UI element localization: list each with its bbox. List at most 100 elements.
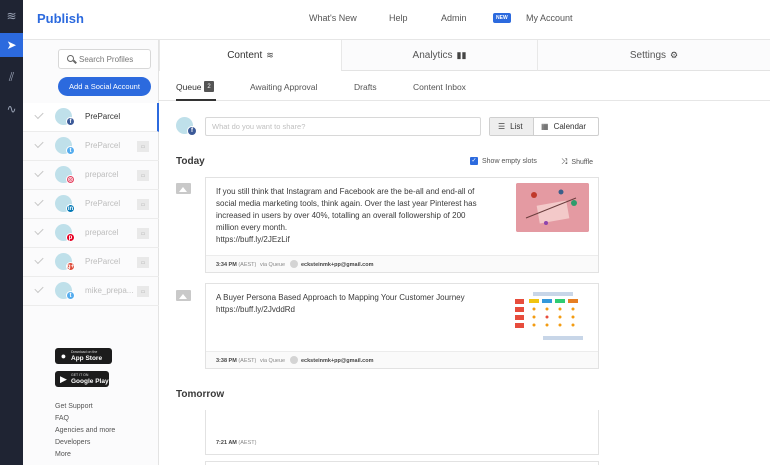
subtab-content-inbox[interactable]: Content Inbox: [413, 82, 466, 92]
post-footer: 3:38 PM (AEST) via Queue ecksteinmk+pp@g…: [206, 351, 598, 368]
list-view-button[interactable]: ☰ List: [490, 118, 534, 135]
empty-slot-card[interactable]: 7:21 AM (AEST): [205, 409, 599, 455]
profile-item[interactable]: p preparcel ▭: [23, 219, 159, 248]
search-profiles[interactable]: [58, 49, 151, 69]
profile-item[interactable]: in PreParcel ▭: [23, 190, 159, 219]
reply-icon[interactable]: ⫽: [0, 65, 23, 89]
post-link[interactable]: https://buff.ly/2JvddRd: [216, 304, 465, 316]
composer-input[interactable]: [206, 118, 480, 135]
bar-chart-icon: ▮▮: [456, 49, 467, 60]
checkbox-checked[interactable]: ✓: [470, 157, 478, 165]
profile-menu-icon[interactable]: ▭: [137, 199, 149, 210]
google-play-badge[interactable]: ▶ GET IT ON Google Play: [55, 371, 109, 387]
check-icon[interactable]: [34, 225, 44, 236]
subtab-queue[interactable]: Queue: [176, 82, 202, 92]
add-social-account-button[interactable]: Add a Social Account: [58, 77, 151, 96]
nav-help[interactable]: Help: [389, 13, 408, 23]
profile-name: mike_prepa...: [85, 286, 134, 295]
layers-icon[interactable]: ≋: [0, 4, 23, 28]
subtab-awaiting-approval[interactable]: Awaiting Approval: [250, 82, 317, 92]
gear-icon: ⚙: [670, 49, 679, 60]
slot-footer: 7:21 AM (AEST): [206, 409, 598, 454]
subtab-drafts[interactable]: Drafts: [354, 82, 377, 92]
play-icon: ▶: [60, 374, 67, 384]
check-icon[interactable]: [34, 109, 44, 120]
post-thumbnail[interactable]: [511, 290, 591, 344]
profile-menu-icon[interactable]: ▭: [137, 257, 149, 268]
profile-item[interactable]: t PreParcel ▭: [23, 132, 159, 161]
post-time: 3:38 PM (AEST): [216, 358, 257, 364]
profile-item[interactable]: f PreParcel: [23, 103, 159, 132]
check-icon[interactable]: [34, 167, 44, 178]
tab-content[interactable]: Content ≋: [159, 40, 341, 71]
post-card[interactable]: If you still think that Instagram and Fa…: [205, 177, 599, 273]
google-plus-icon: g+: [66, 262, 75, 271]
profile-name: PreParcel: [85, 199, 121, 208]
post-user: ecksteinmk+pp@gmail.com: [301, 262, 374, 268]
facebook-icon: f: [187, 126, 197, 136]
user-avatar: [290, 356, 298, 364]
link-get-support[interactable]: Get Support: [55, 401, 115, 413]
user-avatar: [290, 260, 298, 268]
list-icon: ☰: [498, 122, 506, 131]
calendar-view-button[interactable]: ▦ Calendar: [534, 118, 598, 135]
profiles-sidebar: Add a Social Account f PreParcel t PreParce…: [23, 40, 159, 465]
check-icon[interactable]: [34, 254, 44, 265]
link-developers[interactable]: Developers: [55, 437, 115, 449]
profile-menu-icon[interactable]: ▭: [137, 170, 149, 181]
composer-box[interactable]: [205, 117, 481, 136]
facebook-icon: f: [66, 117, 75, 126]
profile-name: PreParcel: [85, 141, 121, 150]
empty-slot-card[interactable]: [205, 461, 599, 465]
tomorrow-heading: Tomorrow: [176, 389, 225, 400]
profile-item[interactable]: t mike_prepa... ▭: [23, 277, 159, 306]
app-title: Publish: [37, 11, 84, 26]
new-badge: NEW: [493, 13, 511, 23]
check-icon[interactable]: [34, 138, 44, 149]
instagram-icon: ◎: [66, 175, 75, 184]
slot-time: 7:21 AM (AEST): [216, 440, 257, 446]
link-agencies[interactable]: Agencies and more: [55, 425, 115, 437]
apple-icon: ●: [60, 351, 67, 361]
pinterest-icon: p: [66, 233, 75, 242]
post-card[interactable]: A Buyer Persona Based Approach to Mappin…: [205, 283, 599, 369]
check-icon[interactable]: [34, 283, 44, 294]
post-footer: 3:34 PM (AEST) via Queue ecksteinmk+pp@g…: [206, 255, 598, 272]
shuffle-button[interactable]: ⤨ Shuffle: [561, 157, 593, 167]
nav-whats-new[interactable]: What's New: [309, 13, 357, 23]
profile-menu-icon[interactable]: ▭: [137, 141, 149, 152]
profile-menu-icon[interactable]: ▭: [137, 286, 149, 297]
nav-admin[interactable]: Admin: [441, 13, 467, 23]
shuffle-icon: ⤨: [561, 157, 568, 166]
profile-item[interactable]: ◎ preparcel ▭: [23, 161, 159, 190]
show-empty-slots-toggle[interactable]: ✓ Show empty slots: [470, 157, 537, 165]
app-rail: ≋ ➤ ⫽ ∿: [0, 0, 23, 465]
link-more[interactable]: More: [55, 449, 115, 461]
post-via: via Queue: [260, 358, 286, 364]
app-store-badge[interactable]: ● Download on the App Store: [55, 348, 112, 364]
profile-menu-icon[interactable]: ▭: [137, 228, 149, 239]
queue-count-badge: 2: [204, 81, 214, 92]
post-link[interactable]: https://buff.ly/2JEzLif: [216, 234, 477, 246]
nav-my-account[interactable]: My Account: [526, 13, 573, 23]
profile-item[interactable]: g+ PreParcel ▭: [23, 248, 159, 277]
check-icon[interactable]: [34, 196, 44, 207]
search-icon: [67, 55, 74, 62]
tab-analytics[interactable]: Analytics ▮▮: [341, 40, 537, 71]
analyze-icon[interactable]: ∿: [0, 97, 23, 121]
post-text: If you still think that Instagram and Fa…: [216, 187, 477, 246]
active-tab-underline: [176, 99, 216, 101]
tab-settings[interactable]: Settings ⚙: [537, 40, 770, 71]
post-text: A Buyer Persona Based Approach to Mappin…: [216, 293, 465, 316]
search-input[interactable]: [79, 52, 149, 66]
top-header: Publish What's New Help Admin NEW My Acc…: [23, 0, 770, 40]
main-tabs: Content ≋ Analytics ▮▮ Settings ⚙: [159, 40, 770, 71]
view-toggle: ☰ List ▦ Calendar: [489, 117, 599, 136]
calendar-icon: ▦: [541, 122, 549, 131]
link-faq[interactable]: FAQ: [55, 413, 115, 425]
profile-name: preparcel: [85, 228, 119, 237]
publish-icon[interactable]: ➤: [0, 33, 23, 57]
post-time: 3:34 PM (AEST): [216, 262, 257, 268]
image-icon: [176, 183, 191, 194]
post-thumbnail[interactable]: [516, 183, 589, 232]
